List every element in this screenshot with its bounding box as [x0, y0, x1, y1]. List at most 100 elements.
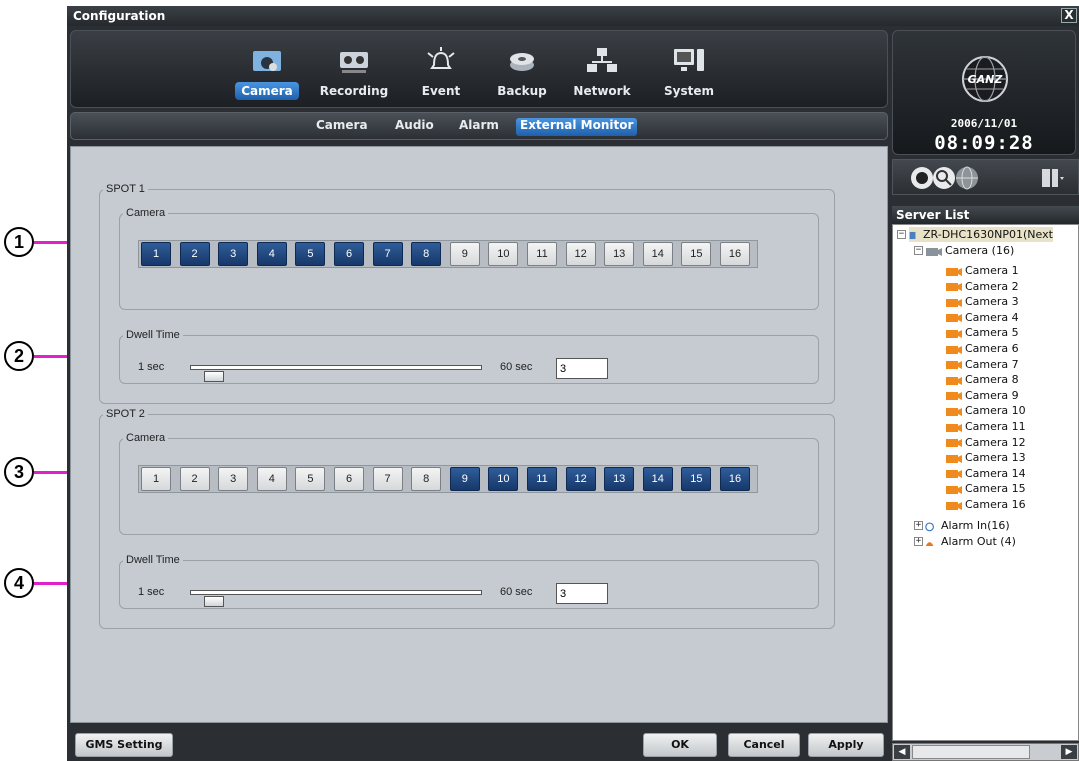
- spot2-camera-button[interactable]: 6: [334, 467, 364, 491]
- tree-camera-item[interactable]: Camera 10: [945, 403, 1026, 418]
- scroll-left-button[interactable]: ◀: [894, 745, 910, 759]
- tree-camera-item[interactable]: Camera 3: [945, 294, 1019, 309]
- spot2-camera-button[interactable]: 13: [604, 467, 635, 491]
- scroll-thumb[interactable]: [912, 745, 1030, 759]
- spot1-camera-button[interactable]: 13: [604, 242, 635, 266]
- globe-tool-icon[interactable]: [954, 165, 980, 191]
- tree-camera-item[interactable]: Camera 7: [945, 357, 1019, 372]
- tree-camera-item[interactable]: Camera 16: [945, 497, 1026, 512]
- alarm-in-node[interactable]: Alarm In(16): [925, 518, 1010, 533]
- spot1-camera-button[interactable]: 8: [411, 242, 442, 266]
- tab-recording[interactable]: Recording: [316, 37, 392, 105]
- spot2-dwell-slider[interactable]: [190, 590, 482, 607]
- window-title: Configuration: [73, 9, 166, 23]
- spot1-camera-button[interactable]: 10: [488, 242, 519, 266]
- device-list-icon[interactable]: [1039, 165, 1065, 191]
- spot2-dwell-slider-thumb[interactable]: [204, 596, 225, 607]
- tree-camera-label: Camera 15: [965, 482, 1026, 496]
- tree-camera-item[interactable]: Camera 2: [945, 279, 1019, 294]
- camera-group-expander[interactable]: −: [914, 246, 923, 255]
- spot1-camera-button[interactable]: 14: [642, 242, 673, 266]
- title-bar[interactable]: Configuration X: [67, 6, 1079, 26]
- camera-group-node[interactable]: Camera (16): [925, 243, 1014, 258]
- spot2-dwell-input[interactable]: [556, 583, 608, 604]
- tab-network[interactable]: Network: [564, 37, 640, 105]
- spot1-camera-button[interactable]: 11: [527, 242, 557, 266]
- tree-horizontal-scrollbar[interactable]: ◀ ▶: [892, 743, 1079, 761]
- spot1-camera-button[interactable]: 4: [256, 242, 287, 266]
- spot2-camera-button[interactable]: 3: [218, 467, 249, 491]
- spot2-camera-button[interactable]: 5: [295, 467, 326, 491]
- subtab-alarm[interactable]: Alarm: [455, 118, 503, 136]
- spot2-camera-button[interactable]: 11: [527, 467, 557, 491]
- spot2-camera-group: Camera 1 2 3 4 5 6 7 8 9 10 11 12 13 14 15 16: [119, 432, 819, 535]
- close-button[interactable]: X: [1061, 8, 1077, 23]
- alarm-out-expander[interactable]: +: [914, 537, 923, 546]
- spot2-camera-button[interactable]: 16: [720, 467, 750, 491]
- tree-camera-item[interactable]: Camera 9: [945, 388, 1019, 403]
- tree-camera-item[interactable]: Camera 14: [945, 466, 1026, 481]
- camera-icon: [946, 298, 962, 307]
- tree-camera-item[interactable]: Camera 11: [945, 419, 1026, 434]
- spot2-camera-button[interactable]: 8: [411, 467, 442, 491]
- scroll-right-button[interactable]: ▶: [1061, 745, 1077, 759]
- spot1-camera-button[interactable]: 15: [681, 242, 712, 266]
- spot1-camera-button[interactable]: 2: [179, 242, 210, 266]
- tree-camera-label: Camera 4: [965, 310, 1019, 324]
- tree-camera-item[interactable]: Camera 4: [945, 310, 1019, 325]
- spot1-camera-button[interactable]: 3: [218, 242, 249, 266]
- alarm-in-expander[interactable]: +: [914, 521, 923, 530]
- spot1-dwell-group: Dwell Time 1 sec 60 sec: [119, 329, 819, 384]
- tab-system[interactable]: System: [651, 37, 727, 105]
- spot1-camera-button[interactable]: 7: [372, 242, 403, 266]
- ok-button[interactable]: OK: [643, 733, 717, 757]
- spot2-camera-button[interactable]: 4: [256, 467, 287, 491]
- gms-setting-button[interactable]: GMS Setting: [75, 733, 173, 757]
- subtab-audio[interactable]: Audio: [391, 118, 438, 136]
- spot1-dwell-input[interactable]: [556, 358, 608, 379]
- tree-camera-item[interactable]: Camera 5: [945, 325, 1019, 340]
- spot2-camera-button[interactable]: 7: [372, 467, 403, 491]
- tree-camera-label: Camera 7: [965, 357, 1019, 371]
- alarm-out-label: Alarm Out (4): [941, 535, 1016, 548]
- spot1-camera-button[interactable]: 12: [565, 242, 596, 266]
- tree-camera-item[interactable]: Camera 12: [945, 435, 1026, 450]
- cancel-button[interactable]: Cancel: [728, 733, 800, 757]
- spot2-camera-button[interactable]: 14: [642, 467, 673, 491]
- spot1-camera-button[interactable]: 1: [141, 242, 171, 266]
- tree-camera-item[interactable]: Camera 1: [945, 263, 1019, 278]
- server-node[interactable]: ZR-DHC1630NP01(Next: [909, 227, 1053, 242]
- subtab-external-monitor[interactable]: External Monitor: [516, 118, 638, 136]
- callout-3: 3: [4, 457, 34, 487]
- spot1-camera-button[interactable]: 9: [449, 242, 480, 266]
- tree-camera-item[interactable]: Camera 13: [945, 450, 1026, 465]
- tree-camera-label: Camera 12: [965, 435, 1026, 449]
- spot2-camera-button[interactable]: 15: [681, 467, 712, 491]
- camera-icon: [946, 454, 962, 463]
- alarm-in-label: Alarm In(16): [941, 519, 1010, 532]
- spot1-camera-button[interactable]: 5: [295, 242, 326, 266]
- tree-camera-item[interactable]: Camera 15: [945, 481, 1026, 496]
- tree-camera-item[interactable]: Camera 6: [945, 341, 1019, 356]
- spot1-camera-button[interactable]: 6: [334, 242, 364, 266]
- spot2-camera-button[interactable]: 12: [565, 467, 596, 491]
- subtab-camera[interactable]: Camera: [312, 118, 372, 136]
- spot2-camera-button[interactable]: 1: [141, 467, 171, 491]
- spot2-camera-button[interactable]: 10: [488, 467, 519, 491]
- tab-backup-label: Backup: [497, 84, 547, 98]
- spot2-dwell-legend: Dwell Time: [126, 554, 180, 566]
- tab-backup[interactable]: Backup: [484, 37, 560, 105]
- tree-camera-item[interactable]: Camera 8: [945, 372, 1019, 387]
- spot1-dwell-slider-thumb[interactable]: [204, 371, 225, 382]
- spot2-camera-button[interactable]: 2: [179, 467, 210, 491]
- apply-button[interactable]: Apply: [808, 733, 884, 757]
- alarm-out-node[interactable]: Alarm Out (4): [925, 534, 1016, 549]
- server-expander[interactable]: −: [897, 230, 906, 239]
- camera-icon: [946, 407, 962, 416]
- spot2-camera-button[interactable]: 9: [449, 467, 480, 491]
- tab-camera[interactable]: Camera: [229, 37, 305, 105]
- tab-event[interactable]: Event: [403, 37, 479, 105]
- spot1-dwell-slider[interactable]: [190, 365, 482, 382]
- spot1-camera-button[interactable]: 16: [720, 242, 750, 266]
- camera-icon: [946, 329, 962, 338]
